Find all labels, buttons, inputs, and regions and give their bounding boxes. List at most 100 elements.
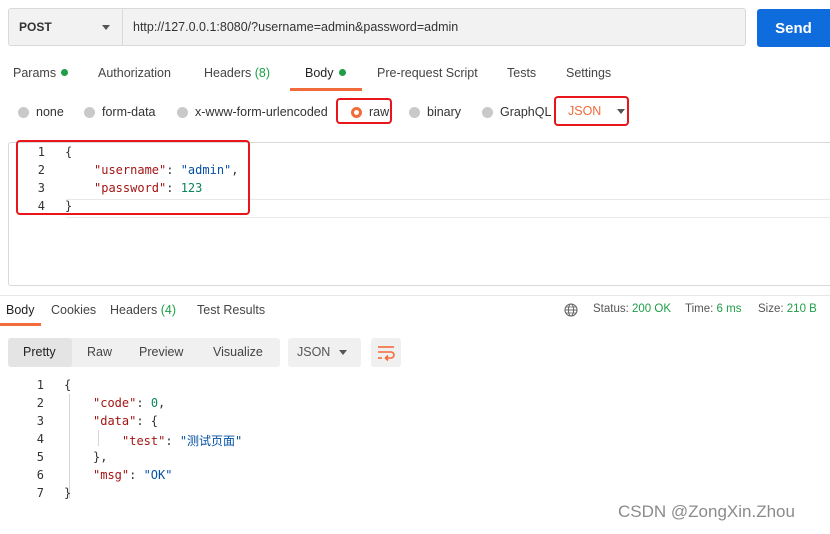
radio-urlencoded-label: x-www-form-urlencoded — [195, 105, 328, 119]
resp-tab-headers-label: Headers — [110, 303, 158, 317]
resp-tab-test-results[interactable]: Test Results — [197, 303, 265, 317]
json-string: "OK" — [143, 468, 173, 482]
line-number: 4 — [37, 199, 45, 213]
current-line-highlight — [66, 199, 830, 218]
json-key: "test" — [122, 434, 166, 448]
code-line-6: "msg": "OK" — [93, 468, 172, 482]
globe-icon[interactable] — [564, 303, 578, 317]
radio-none[interactable]: none — [18, 104, 64, 120]
code-line-3: "password": 123 — [94, 181, 202, 195]
wrap-icon — [378, 346, 395, 362]
json-number: 123 — [180, 181, 203, 195]
code-line-1: { — [65, 145, 72, 159]
radio-form-data[interactable]: form-data — [84, 104, 156, 120]
tab-body[interactable]: Body — [305, 66, 346, 86]
tab-headers-label: Headers — [204, 66, 252, 80]
code-line-2: "username": "admin", — [94, 163, 239, 177]
active-dot-icon — [61, 69, 69, 76]
radio-form-data-label: form-data — [102, 105, 156, 119]
response-body-viewer[interactable]: 1 2 3 4 5 6 7 { "code": 0, "data": { "te… — [0, 376, 830, 506]
tab-body-underline — [290, 88, 362, 91]
json-comma: , — [231, 163, 239, 177]
line-number: 1 — [37, 145, 45, 159]
json-number: 0 — [150, 396, 159, 410]
resp-tab-body[interactable]: Body — [6, 303, 35, 317]
json-sep: : — [129, 468, 144, 482]
brace: { — [65, 145, 73, 159]
json-string: "测试页面" — [179, 434, 243, 448]
section-divider — [0, 295, 830, 296]
url-input[interactable]: http://127.0.0.1:8080/?username=admin&pa… — [123, 8, 746, 46]
line-number: 6 — [36, 468, 44, 482]
line-number: 7 — [36, 486, 44, 500]
code-line-4: "test": "测试页面" — [122, 432, 242, 449]
json-string: "admin" — [180, 163, 232, 177]
radio-binary-label: binary — [427, 105, 462, 119]
resp-tab-headers-count: (4) — [160, 303, 177, 317]
line-number: 4 — [36, 432, 44, 446]
line-number: 2 — [37, 163, 45, 177]
line-number: 2 — [36, 396, 44, 410]
watermark: CSDN @ZongXin.Zhou — [618, 502, 795, 521]
radio-graphql-label: GraphQL — [500, 105, 552, 119]
request-body-editor[interactable]: 1 2 3 4 { "username": "admin", "password… — [8, 142, 830, 286]
chevron-down-icon — [102, 25, 110, 30]
tab-tests[interactable]: Tests — [507, 66, 536, 86]
body-format-select[interactable]: JSON — [568, 104, 626, 118]
tab-headers-count: (8) — [254, 66, 271, 80]
resp-tab-body-underline — [0, 323, 41, 326]
json-key: "password" — [94, 181, 167, 195]
code-line-4: } — [65, 199, 72, 213]
response-format-label: JSON — [297, 345, 331, 359]
view-raw[interactable]: Raw — [87, 345, 112, 359]
line-number: 3 — [36, 414, 44, 428]
tab-authorization[interactable]: Authorization — [98, 66, 171, 86]
json-key: "code" — [93, 396, 137, 410]
tab-prerequest[interactable]: Pre-request Script — [377, 66, 478, 86]
radio-raw[interactable]: raw — [351, 104, 389, 120]
time-value: 6 ms — [716, 303, 742, 315]
time-info: Time: 6 ms — [685, 303, 741, 315]
radio-selected-icon — [351, 106, 362, 118]
send-button[interactable]: Send — [757, 9, 830, 47]
size-value: 210 B — [786, 303, 817, 315]
response-format-select[interactable]: JSON — [288, 338, 361, 367]
wrap-lines-button[interactable] — [371, 338, 401, 367]
method-select[interactable]: POST — [8, 8, 123, 46]
radio-urlencoded[interactable]: x-www-form-urlencoded — [177, 104, 328, 120]
json-comma: , — [158, 396, 166, 410]
status-label: Status: — [593, 303, 629, 315]
view-pretty[interactable]: Pretty — [23, 345, 56, 359]
resp-tab-headers[interactable]: Headers (4) — [110, 303, 176, 317]
body-format-label: JSON — [568, 104, 602, 118]
indent-guide — [98, 430, 99, 446]
brace: } — [64, 486, 72, 500]
code-line-7: } — [64, 486, 71, 500]
view-preview[interactable]: Preview — [139, 345, 183, 359]
chevron-down-icon — [617, 108, 626, 114]
chevron-down-icon — [339, 350, 347, 355]
response-view-switcher: Pretty Raw Preview Visualize — [8, 338, 280, 367]
brace: { — [64, 378, 72, 392]
tab-settings[interactable]: Settings — [566, 66, 611, 86]
tab-headers[interactable]: Headers (8) — [204, 66, 270, 86]
code-line-3: "data": { — [93, 414, 158, 428]
resp-tab-cookies[interactable]: Cookies — [51, 303, 96, 317]
radio-graphql[interactable]: GraphQL — [482, 104, 551, 120]
radio-binary[interactable]: binary — [409, 104, 461, 120]
size-info: Size: 210 B — [758, 303, 817, 315]
line-number: 1 — [36, 378, 44, 392]
tab-body-label: Body — [305, 66, 334, 80]
indent-guide — [69, 394, 70, 498]
tab-params[interactable]: Params — [13, 66, 69, 86]
json-sep: : — [165, 434, 180, 448]
brace: } — [65, 199, 73, 213]
line-number: 5 — [36, 450, 44, 464]
tab-params-label: Params — [13, 66, 57, 80]
view-visualize[interactable]: Visualize — [213, 345, 263, 359]
status-info: Status: 200 OK — [593, 303, 671, 315]
line-number: 3 — [37, 181, 45, 195]
active-dot-icon — [338, 69, 346, 76]
json-sep: : — [166, 163, 181, 177]
radio-circle-icon — [409, 106, 420, 118]
